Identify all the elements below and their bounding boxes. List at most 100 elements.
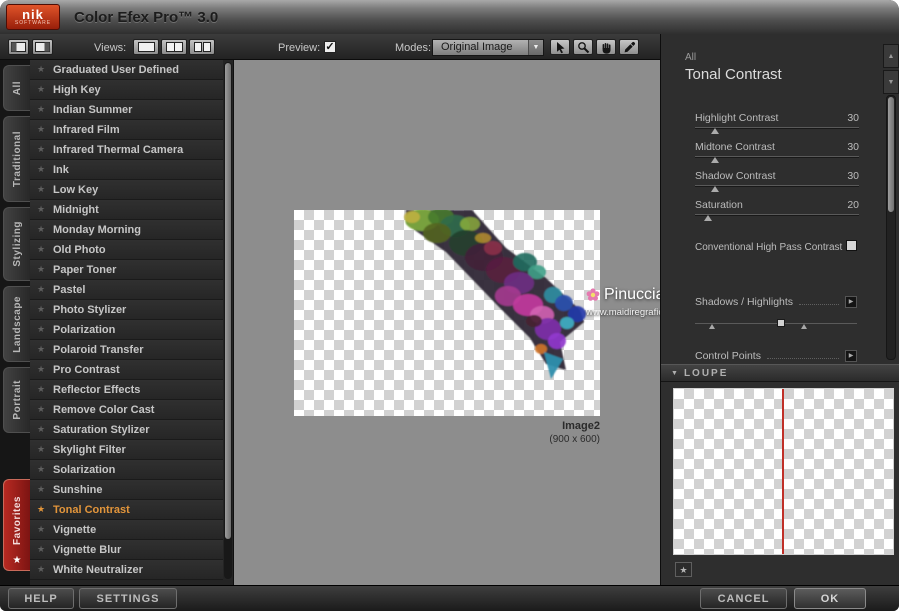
filter-item[interactable]: ★ Photo Stylizer	[30, 300, 223, 320]
mid-marker[interactable]	[777, 319, 785, 327]
star-icon[interactable]: ★	[37, 84, 47, 95]
star-icon[interactable]: ★	[37, 364, 47, 375]
star-icon[interactable]: ★	[37, 404, 47, 415]
tab-stylizing[interactable]: Stylizing	[3, 207, 30, 281]
ok-button[interactable]: OK	[794, 588, 866, 609]
star-icon[interactable]: ★	[37, 104, 47, 115]
tab-traditional[interactable]: Traditional	[3, 116, 30, 202]
star-icon[interactable]: ★	[37, 424, 47, 435]
filter-item[interactable]: ★ Saturation Stylizer	[30, 420, 223, 440]
star-icon[interactable]: ★	[37, 544, 47, 555]
slider-thumb[interactable]	[710, 186, 719, 192]
filter-item[interactable]: ★ Tonal Contrast	[30, 500, 223, 520]
filter-item[interactable]: ★ Pastel	[30, 280, 223, 300]
scrollbar-thumb[interactable]	[888, 97, 894, 212]
filter-item[interactable]: ★ Ink	[30, 160, 223, 180]
eyedropper-tool-button[interactable]	[619, 39, 639, 55]
star-icon[interactable]: ★	[37, 504, 47, 515]
mini-slider-track[interactable]	[695, 323, 857, 324]
star-icon[interactable]: ★	[37, 64, 47, 75]
filter-item[interactable]: ★ Remove Color Cast	[30, 400, 223, 420]
settings-scrollbar[interactable]	[886, 95, 896, 360]
star-icon[interactable]: ★	[37, 284, 47, 295]
star-icon[interactable]: ★	[37, 264, 47, 275]
filter-item[interactable]: ★ Infrared Film	[30, 120, 223, 140]
pan-tool-button[interactable]	[596, 39, 616, 55]
highlights-slider-thumb[interactable]	[801, 324, 807, 329]
star-icon[interactable]: ★	[37, 464, 47, 475]
expand-shadows-highlights-button[interactable]: ▶	[845, 296, 857, 308]
filter-item[interactable]: ★ Skylight Filter	[30, 440, 223, 460]
tab-favorites[interactable]: Favorites ★	[3, 479, 30, 571]
filter-item[interactable]: ★ Midnight	[30, 200, 223, 220]
star-icon[interactable]: ★	[37, 564, 47, 575]
filter-item[interactable]: ★ High Key	[30, 80, 223, 100]
tab-label: Portrait	[11, 380, 23, 420]
star-icon[interactable]: ★	[37, 224, 47, 235]
star-icon[interactable]: ★	[37, 444, 47, 455]
star-icon[interactable]: ★	[37, 204, 47, 215]
filter-item[interactable]: ★ White Neutralizer	[30, 560, 223, 580]
filter-item[interactable]: ★ Graduated User Defined	[30, 60, 223, 80]
preview-checkbox[interactable]: ✓	[324, 41, 336, 53]
tab-portrait[interactable]: Portrait	[3, 367, 30, 433]
expand-control-points-button[interactable]: ▶	[845, 350, 857, 362]
star-icon[interactable]: ★	[37, 244, 47, 255]
star-icon[interactable]: ★	[37, 184, 47, 195]
filter-item[interactable]: ★ Polaroid Transfer	[30, 340, 223, 360]
toggle-filter-panel-button[interactable]	[8, 39, 29, 55]
modes-dropdown[interactable]: Original Image ▼	[432, 39, 544, 56]
toggle-settings-panel-button[interactable]	[32, 39, 53, 55]
slider-thumb[interactable]	[710, 157, 719, 163]
filter-item[interactable]: ★ Low Key	[30, 180, 223, 200]
slider-thumb[interactable]	[704, 215, 713, 221]
side-by-side-view-button[interactable]	[189, 39, 215, 55]
star-icon[interactable]: ★	[37, 304, 47, 315]
star-icon[interactable]: ★	[37, 324, 47, 335]
filter-item[interactable]: ★ Solarization	[30, 460, 223, 480]
settings-button[interactable]: SETTINGS	[79, 588, 177, 609]
shadows-slider-thumb[interactable]	[709, 324, 715, 329]
slider-track[interactable]	[695, 156, 859, 163]
star-icon[interactable]: ★	[37, 124, 47, 135]
slider-track[interactable]	[695, 185, 859, 192]
tab-all[interactable]: All	[3, 65, 30, 111]
slider-track[interactable]	[695, 214, 859, 221]
help-button[interactable]: HELP	[8, 588, 74, 609]
loupe-header[interactable]: ▼ LOUPE	[661, 364, 899, 382]
scrollbar-thumb[interactable]	[225, 63, 231, 539]
select-tool-button[interactable]	[550, 39, 570, 55]
filter-list-scrollbar[interactable]	[224, 62, 232, 579]
filter-item[interactable]: ★ Polarization	[30, 320, 223, 340]
slider-value: 30	[847, 112, 859, 124]
star-icon[interactable]: ★	[37, 144, 47, 155]
cancel-button[interactable]: CANCEL	[700, 588, 787, 609]
star-icon[interactable]: ★	[37, 384, 47, 395]
previous-filter-button[interactable]: ▲	[883, 44, 899, 68]
high-pass-contrast-checkbox[interactable]	[846, 240, 857, 251]
filter-item[interactable]: ★ Pro Contrast	[30, 360, 223, 380]
filter-item[interactable]: ★ Monday Morning	[30, 220, 223, 240]
filter-item[interactable]: ★ Indian Summer	[30, 100, 223, 120]
star-icon[interactable]: ★	[37, 524, 47, 535]
filter-item[interactable]: ★ Sunshine	[30, 480, 223, 500]
single-view-button[interactable]	[133, 39, 159, 55]
preview-image[interactable]	[294, 210, 600, 416]
loupe-position-line[interactable]	[782, 389, 784, 554]
slider-thumb[interactable]	[710, 128, 719, 134]
add-favorite-button[interactable]: ★	[675, 562, 692, 577]
filter-item[interactable]: ★ Infrared Thermal Camera	[30, 140, 223, 160]
tab-landscape[interactable]: Landscape	[3, 286, 30, 362]
filter-item[interactable]: ★ Vignette	[30, 520, 223, 540]
slider-track[interactable]	[695, 127, 859, 134]
next-filter-button[interactable]: ▼	[883, 70, 899, 94]
filter-item[interactable]: ★ Old Photo	[30, 240, 223, 260]
zoom-tool-button[interactable]	[573, 39, 593, 55]
star-icon[interactable]: ★	[37, 484, 47, 495]
star-icon[interactable]: ★	[37, 164, 47, 175]
filter-item[interactable]: ★ Paper Toner	[30, 260, 223, 280]
star-icon[interactable]: ★	[37, 344, 47, 355]
split-view-button[interactable]	[161, 39, 187, 55]
filter-item[interactable]: ★ Reflector Effects	[30, 380, 223, 400]
filter-item[interactable]: ★ Vignette Blur	[30, 540, 223, 560]
